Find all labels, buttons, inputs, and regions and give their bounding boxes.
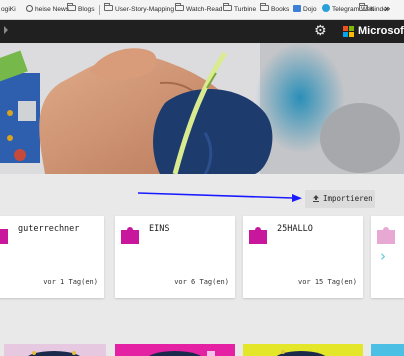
project-title: EINS — [149, 224, 170, 234]
project-card[interactable]: guterrechner vor 1 Tag(en) — [0, 216, 104, 298]
board-image — [28, 351, 80, 356]
project-date: vor 6 Tag(en) — [174, 278, 229, 286]
upload-icon — [313, 195, 319, 202]
project-date: vor 1 Tag(en) — [43, 278, 98, 286]
project-card[interactable]: 25HALLO vor 15 Tag(en) — [243, 216, 363, 298]
example-tile[interactable] — [243, 344, 363, 356]
puzzle-icon — [0, 229, 8, 244]
board-image — [149, 351, 215, 356]
annotation-arrow — [137, 192, 302, 202]
chevron-right-icon[interactable]: › — [380, 248, 386, 264]
project-card-partial[interactable] — [371, 216, 404, 298]
project-card[interactable]: EINS vor 6 Tag(en) — [115, 216, 235, 298]
import-button[interactable]: Importieren — [305, 190, 375, 208]
browser-window: ogiKi heise News Blogs User-Story-Mappin… — [0, 0, 404, 356]
project-title: guterrechner — [18, 224, 80, 234]
example-tile-partial[interactable] — [371, 344, 404, 356]
project-date: vor 15 Tag(en) — [297, 278, 357, 286]
puzzle-icon — [121, 227, 139, 244]
example-tile[interactable] — [4, 344, 106, 356]
puzzle-icon — [249, 227, 267, 244]
puzzle-icon — [377, 227, 395, 244]
example-tile[interactable] — [115, 344, 235, 356]
board-image — [276, 350, 326, 356]
import-button-label: Importieren — [323, 194, 373, 203]
project-title: 25HALLO — [277, 224, 313, 234]
